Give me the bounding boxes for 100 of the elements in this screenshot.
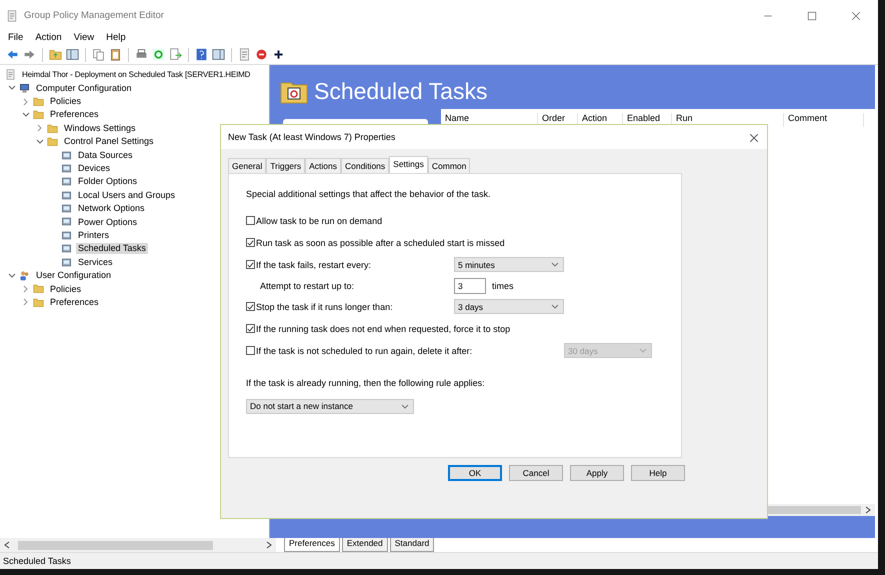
- check-icon: [247, 324, 254, 333]
- menu-item[interactable]: View: [74, 32, 94, 44]
- chevron-right-icon[interactable]: [22, 285, 30, 294]
- column-header[interactable]: Comment: [784, 113, 864, 127]
- chevron-down-icon[interactable]: [8, 84, 16, 92]
- tab[interactable]: Preferences: [284, 538, 340, 552]
- chevron-right-icon[interactable]: [22, 298, 30, 306]
- checkbox-label[interactable]: Run task as soon as possible after a scheduled start is missed: [256, 238, 505, 248]
- printer-icon[interactable]: [135, 48, 148, 61]
- rule-label: If the task is already running, then the following rule applies:: [246, 378, 486, 389]
- close-icon[interactable]: [749, 132, 759, 143]
- tree-item[interactable]: User Configuration: [34, 270, 114, 281]
- scroll-left-icon[interactable]: [4, 541, 10, 549]
- tree-item[interactable]: Local Users and Groups: [76, 190, 178, 201]
- checkbox-label[interactable]: Allow task to be run on demand: [256, 216, 382, 226]
- dropdown[interactable]: 5 minutes: [454, 257, 564, 272]
- tree-item[interactable]: Scheduled Tasks: [76, 243, 148, 254]
- description-text: Special additional settings that affect the behavior of the task.: [246, 189, 492, 200]
- chevron-down-icon[interactable]: [22, 110, 30, 119]
- dialog-button[interactable]: OK: [448, 465, 502, 482]
- tree-item[interactable]: Printers: [76, 230, 112, 241]
- checkbox[interactable]: [246, 216, 255, 226]
- tree-item[interactable]: Windows Settings: [62, 122, 138, 134]
- tab[interactable]: General: [228, 158, 266, 174]
- menu-item[interactable]: Help: [106, 32, 126, 44]
- dialog-title: New Task (At least Windows 7) Properties: [228, 132, 396, 142]
- check-icon: [247, 238, 254, 247]
- window-title: Group Policy Management Editor: [24, 10, 164, 22]
- tree-item[interactable]: Data Sources: [76, 150, 135, 160]
- status-text: Scheduled Tasks: [3, 556, 71, 566]
- stop-icon[interactable]: [255, 48, 268, 61]
- checkbox[interactable]: [246, 324, 255, 334]
- checkbox[interactable]: [246, 260, 255, 270]
- tab[interactable]: Conditions: [340, 158, 390, 174]
- policy-icon: [4, 69, 17, 80]
- plus-icon[interactable]: [272, 48, 285, 61]
- document-icon[interactable]: [238, 48, 251, 61]
- dialog-button[interactable]: Apply: [570, 465, 624, 482]
- users-icon: [18, 270, 31, 282]
- chevron-right-icon[interactable]: [36, 124, 44, 132]
- field-label: Attempt to restart up to:: [259, 280, 356, 292]
- dialog-button[interactable]: Help: [631, 465, 685, 482]
- tree-item[interactable]: Policies: [48, 284, 84, 294]
- export-icon[interactable]: [169, 48, 182, 61]
- checkbox[interactable]: [246, 346, 255, 356]
- tab[interactable]: Common: [428, 158, 470, 174]
- pane-icon[interactable]: [66, 48, 79, 61]
- tab[interactable]: Extended: [342, 538, 388, 552]
- tree-item[interactable]: Policies: [48, 96, 84, 107]
- app-icon: [6, 10, 18, 22]
- help-icon[interactable]: [195, 48, 208, 61]
- checkbox[interactable]: [246, 302, 255, 312]
- tree-item[interactable]: Devices: [76, 163, 112, 174]
- scroll-right-icon[interactable]: [865, 506, 871, 514]
- checkbox-label[interactable]: If the running task does not end when requested, force it to stop: [256, 324, 510, 334]
- chevron-down-icon[interactable]: [36, 138, 44, 146]
- menu-item[interactable]: File: [8, 32, 24, 44]
- dialog-button[interactable]: Cancel: [509, 465, 563, 482]
- folder-up-icon[interactable]: [49, 48, 62, 61]
- scrollbar[interactable]: [0, 538, 276, 552]
- page-heading: Scheduled Tasks: [314, 78, 488, 106]
- back-arrow-icon[interactable]: [6, 48, 19, 61]
- number-field[interactable]: 3: [454, 278, 486, 294]
- tree-item[interactable]: Network Options: [76, 203, 147, 214]
- check-icon: [247, 302, 254, 311]
- folder-icon: [32, 296, 45, 308]
- chevron-down-icon[interactable]: [8, 272, 16, 280]
- tab[interactable]: Actions: [305, 158, 341, 174]
- dropdown[interactable]: 3 days: [454, 299, 564, 314]
- computer-icon: [18, 82, 31, 94]
- tree-item[interactable]: Preferences: [48, 109, 101, 120]
- panel-icon[interactable]: [212, 48, 225, 61]
- checkbox-label[interactable]: If the task fails, restart every:: [256, 260, 372, 270]
- dropdown[interactable]: Do not start a new instance: [246, 398, 414, 414]
- scroll-right-icon[interactable]: [266, 541, 272, 549]
- checkbox-label[interactable]: If the task is not scheduled to run again, delete it after:: [256, 346, 472, 356]
- tab[interactable]: Settings: [389, 156, 428, 174]
- chevron-down-icon: [551, 304, 559, 310]
- tree-item[interactable]: Heimdal Thor - Deployment on Scheduled Task [SERVER1.HEIMD: [20, 70, 252, 80]
- tree-item[interactable]: Folder Options: [76, 176, 140, 188]
- chevron-down-icon: [551, 262, 559, 268]
- forward-arrow-icon[interactable]: [23, 48, 36, 61]
- maximize-icon: [807, 10, 817, 20]
- checkbox-label[interactable]: Stop the task if it runs longer than:: [256, 302, 393, 312]
- checkbox[interactable]: [246, 238, 255, 248]
- chevron-right-icon[interactable]: [22, 98, 30, 106]
- tree-item[interactable]: Preferences: [48, 296, 101, 308]
- menu-item[interactable]: Action: [35, 32, 62, 44]
- folder-icon: [46, 136, 59, 148]
- folder-icon: [46, 122, 59, 134]
- copy-icon[interactable]: [92, 48, 105, 61]
- refresh-icon[interactable]: [152, 48, 165, 61]
- tab[interactable]: Standard: [390, 538, 434, 552]
- tab[interactable]: Triggers: [266, 158, 306, 174]
- close-icon: [851, 10, 861, 20]
- tree-item[interactable]: Power Options: [76, 216, 140, 228]
- tree-item[interactable]: Computer Configuration: [34, 82, 134, 94]
- folder-icon: [32, 96, 45, 107]
- tree-item[interactable]: Control Panel Settings: [62, 136, 156, 148]
- tree-item[interactable]: Services: [76, 256, 115, 268]
